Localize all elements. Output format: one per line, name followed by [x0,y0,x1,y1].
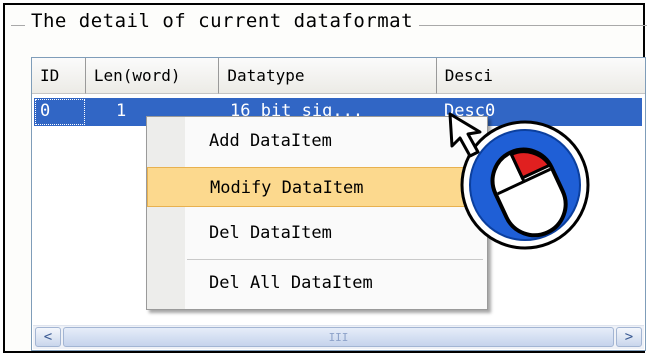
scroll-thumb[interactable]: III [63,327,614,347]
menu-item-add-dataitem[interactable]: Add DataItem [147,121,487,161]
context-menu: Add DataItem Modify DataItem Del DataIte… [146,116,488,310]
mouse-right-click-icon [448,112,590,250]
column-header-id[interactable]: ID [32,58,86,94]
scroll-left-button[interactable]: < [35,327,61,347]
horizontal-scrollbar[interactable]: < III > [33,325,644,349]
menu-separator [187,259,483,260]
row-id: 0 [34,98,86,126]
list-header: ID Len(word) Datatype Desci [32,58,645,94]
chevron-right-icon: > [624,329,634,345]
column-header-len[interactable]: Len(word) [85,58,220,94]
menu-item-del-all-dataitem[interactable]: Del All DataItem [147,263,487,303]
column-header-datatype[interactable]: Datatype [219,58,437,94]
menu-item-modify-dataitem[interactable]: Modify DataItem [147,167,487,207]
column-header-desc[interactable]: Desci [436,58,645,94]
chevron-left-icon: < [43,329,53,345]
cursor-arrow-icon [448,112,482,158]
menu-item-del-dataitem[interactable]: Del DataItem [147,213,487,253]
scroll-right-button[interactable]: > [616,327,642,347]
scroll-grip: III [328,330,349,344]
group-title: The detail of current dataformat [25,10,420,32]
